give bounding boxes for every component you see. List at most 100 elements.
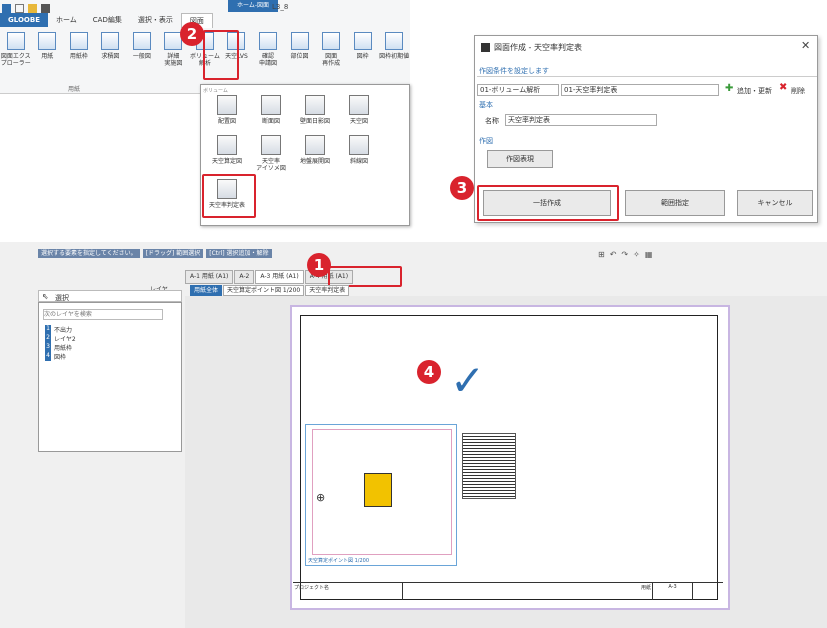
dropdown-row-2: 天空算定図 天空率 アイソメ図 地盤展開図 斜線図 — [205, 135, 381, 172]
view-icon[interactable]: ⊞ — [598, 250, 605, 262]
layer-panel: 1不出力 2レイヤ2 3用紙枠 4図枠 — [38, 302, 182, 452]
part-drawing-icon — [290, 32, 309, 50]
app-logo-icon — [481, 43, 490, 52]
layer-row[interactable]: 1 不出力 — [45, 325, 72, 334]
paper-button[interactable]: 用紙 — [32, 28, 64, 84]
subtab-point[interactable]: 天空算定ポイント図 1/200 — [223, 285, 305, 296]
open-folder-icon[interactable] — [28, 3, 37, 13]
add-update-button[interactable]: 追加・更新 — [737, 86, 772, 96]
viewport-caption: 天空算定ポイント図 1/200 — [308, 558, 369, 564]
section-basic: 基本 — [479, 101, 493, 109]
paper-icon — [38, 32, 57, 50]
app-logo-icon — [2, 3, 11, 13]
general-drawing-button[interactable]: 一般図 — [126, 28, 158, 84]
north-arrow-icon: ⊕ — [316, 491, 326, 504]
step-badge-1: 1 — [307, 253, 331, 277]
redo-icon[interactable]: ↷ — [621, 250, 628, 262]
template-select[interactable]: 01-天空率判定表 — [561, 84, 719, 96]
step-badge-2: 2 — [180, 22, 204, 46]
layer-search-input[interactable] — [43, 309, 163, 320]
redraw-icon — [322, 32, 341, 50]
title-frame-button[interactable]: 図枠 — [347, 28, 379, 84]
tab-home[interactable]: ホーム — [48, 13, 85, 27]
layer-num: 3 — [45, 343, 51, 352]
explorer-icon — [6, 32, 25, 50]
cancel-button[interactable]: キャンセル — [737, 190, 813, 216]
application-drawing-button[interactable]: 確認 申請図 — [252, 28, 284, 84]
frame-default-button[interactable]: 図枠初期値 — [378, 28, 410, 84]
site-plan-item[interactable]: 配置図 — [205, 95, 249, 125]
sub-tabs: 用紙全体 天空算定ポイント図 1/200 天空率判定表 — [190, 285, 350, 296]
tab-a2[interactable]: A-2 — [234, 270, 255, 284]
sky-iso-icon — [261, 135, 281, 155]
layer-num: 4 — [45, 352, 51, 361]
layer-row[interactable]: 4 図枠 — [45, 352, 66, 361]
slope-item[interactable]: 斜線図 — [337, 135, 381, 172]
section-icon — [261, 95, 281, 115]
paper-frame-button[interactable]: 用紙枠 — [63, 28, 95, 84]
tab-a3[interactable]: A-3 用紙 (A1) — [255, 270, 304, 284]
layer-row[interactable]: 2 レイヤ2 — [45, 334, 76, 343]
select-header: ⇖ 選択 — [38, 290, 182, 302]
drawing-explorer-button[interactable]: 図面エクス プローラー — [0, 28, 32, 84]
layer-num: 2 — [45, 334, 51, 343]
dropdown-header: ボリューム — [203, 88, 228, 94]
light-icon[interactable]: ✧ — [633, 250, 640, 262]
ground-plan-item[interactable]: 地盤展開図 — [293, 135, 337, 172]
area-drawing-button[interactable]: 求積図 — [95, 28, 127, 84]
wall-shadow-item[interactable]: 壁面日影図 — [293, 95, 337, 125]
title-block: プロジェクト名 用紙 A-3 — [293, 582, 723, 600]
close-icon[interactable]: ✕ — [801, 39, 810, 52]
window-title: L3_8 — [272, 3, 289, 11]
delete-button[interactable]: 削除 — [791, 86, 805, 96]
grid-icon[interactable]: ▦ — [645, 250, 653, 262]
context-tab: ホーム-図面 — [228, 0, 278, 12]
application-drawing-icon — [259, 32, 278, 50]
redraw-button[interactable]: 図面 再作成 — [315, 28, 347, 84]
sky-table-highlight — [202, 174, 256, 218]
frame-default-icon — [385, 32, 404, 50]
tab-cad-edit[interactable]: CAD編集 — [85, 13, 130, 27]
sky-map-icon — [349, 95, 369, 115]
tab-gloobe[interactable]: GLOOBE — [0, 13, 48, 27]
tab-select-display[interactable]: 選択・表示 — [130, 13, 181, 27]
volume-highlight — [203, 30, 239, 80]
new-file-icon[interactable] — [15, 3, 24, 13]
section-item[interactable]: 断面図 — [249, 95, 293, 125]
sky-calc-item[interactable]: 天空算定図 — [205, 135, 249, 172]
project-name: プロジェクト名 — [293, 583, 403, 600]
name-field[interactable]: 天空率判定表 — [505, 114, 657, 126]
subtab-table[interactable]: 天空率判定表 — [305, 285, 350, 296]
building-shape — [364, 473, 392, 507]
subtab-whole[interactable]: 用紙全体 — [190, 285, 223, 296]
check-icon: ✓ — [450, 356, 486, 405]
draw-display-button[interactable]: 作図表現 — [487, 150, 553, 168]
step-badge-3: 3 — [450, 176, 474, 200]
tab-highlight — [328, 266, 402, 287]
divider — [477, 76, 817, 77]
part-drawing-button[interactable]: 部位図 — [284, 28, 316, 84]
sheet-number: A-3 — [653, 583, 693, 600]
area-drawing-icon — [101, 32, 120, 50]
undo-icon[interactable]: ↶ — [610, 250, 617, 262]
dropdown-row-1: 配置図 断面図 壁面日影図 天空図 — [205, 95, 381, 125]
delete-icon[interactable]: ✖ — [779, 83, 787, 93]
sky-map-item[interactable]: 天空図 — [337, 95, 381, 125]
tab-a1[interactable]: A-1 用紙 (A1) — [185, 270, 234, 284]
sky-calc-icon — [217, 135, 237, 155]
paper-frame-icon — [69, 32, 88, 50]
save-icon[interactable] — [41, 3, 50, 13]
wall-shadow-icon — [305, 95, 325, 115]
right-toolbar: ⊞ ↶ ↷ ✧ ▦ — [598, 250, 652, 262]
add-icon[interactable]: ✚ — [725, 84, 733, 94]
dialog-subtitle: 作図条件を設定します — [479, 67, 549, 75]
range-button[interactable]: 範囲指定 — [625, 190, 725, 216]
layer-row[interactable]: 3 用紙枠 — [45, 343, 72, 352]
ground-plan-icon — [305, 135, 325, 155]
sky-ratio-table[interactable] — [462, 433, 516, 499]
category-select[interactable]: 01-ボリューム解析 — [477, 84, 559, 96]
slope-icon — [349, 135, 369, 155]
sky-iso-item[interactable]: 天空率 アイソメ図 — [249, 135, 293, 172]
drawing-viewport[interactable]: ⊕ 天空算定ポイント図 1/200 — [305, 424, 457, 566]
status-hints: 選択する要素を指定してください。 [ドラッグ] 範囲選択 [Ctrl] 選択追加… — [38, 249, 272, 258]
